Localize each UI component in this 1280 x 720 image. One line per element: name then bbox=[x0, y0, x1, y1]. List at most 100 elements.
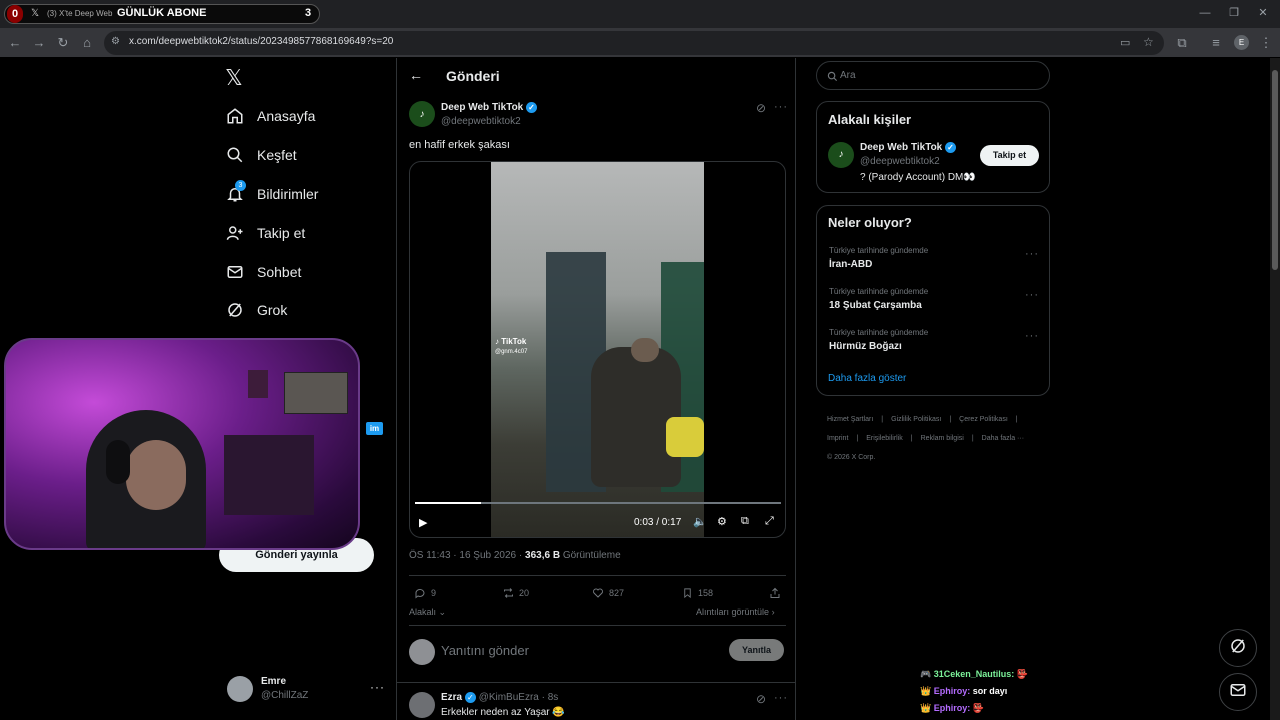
user-avatar[interactable] bbox=[227, 676, 253, 702]
footer-link[interactable]: Hizmet Şartları bbox=[827, 416, 873, 423]
overlay-count-right: 3 bbox=[305, 7, 312, 19]
reply-input[interactable]: Yanıtını gönder bbox=[441, 643, 529, 658]
share-action[interactable] bbox=[768, 586, 786, 600]
bookmark-action[interactable]: 158 bbox=[680, 586, 713, 600]
trend-title: Hürmüz Boğazı bbox=[829, 341, 902, 352]
settings-icon[interactable]: ⚙ bbox=[717, 515, 727, 528]
play-icon[interactable]: ▶ bbox=[419, 516, 427, 529]
reply-author-avatar[interactable] bbox=[409, 692, 435, 718]
nav-item-notifications[interactable]: 3 Bildirimler bbox=[226, 177, 318, 211]
volume-icon[interactable]: 🔈 bbox=[693, 515, 707, 528]
grok-icon bbox=[226, 301, 244, 319]
reply-author-name[interactable]: Ezra bbox=[441, 692, 462, 703]
stream-overlay-banner: 0 𝕏 (3) X'te Deep Web GÜNLÜK ABONE 3 bbox=[4, 4, 320, 24]
messages-float-button[interactable] bbox=[1219, 673, 1257, 711]
person-bio: ? (Parody Account) DM👀 bbox=[860, 172, 976, 183]
like-action[interactable]: 827 bbox=[591, 586, 624, 600]
person-name-text: Deep Web TikTok bbox=[860, 142, 943, 154]
view-quotes-link[interactable]: Alıntıları görüntüle › bbox=[696, 607, 775, 617]
repost-action[interactable]: 20 bbox=[501, 586, 529, 600]
page-scrollbar[interactable] bbox=[1270, 58, 1280, 720]
reply-more-icon[interactable]: ··· bbox=[774, 692, 788, 704]
back-arrow-icon[interactable]: ← bbox=[409, 67, 423, 83]
repost-icon bbox=[501, 586, 515, 600]
quotes-label: Alıntıları görüntüle bbox=[696, 607, 770, 617]
video-player[interactable]: ♪ TikTok @gnm.4c07 ▶ 0:03 / 0:17 🔈 ⚙ ⧉ ⤢ bbox=[409, 161, 786, 538]
footer-link[interactable]: Çerez Politikası bbox=[959, 416, 1008, 423]
tiktok-icon: ♪ bbox=[495, 337, 499, 346]
verified-icon: ✓ bbox=[526, 102, 538, 113]
footer-link[interactable]: Daha fazla ··· bbox=[982, 435, 1024, 442]
verified-icon: ✓ bbox=[464, 692, 476, 703]
url-text[interactable]: x.com/deepwebtiktok2/status/202349857786… bbox=[129, 36, 393, 47]
follow-button[interactable]: Takip et bbox=[980, 145, 1039, 166]
person-avatar[interactable]: ♪ bbox=[828, 142, 854, 168]
footer-link[interactable]: Erişilebilirlik bbox=[866, 435, 903, 442]
crown-icon: 👑 bbox=[920, 686, 932, 696]
trend-item[interactable]: Türkiye tarihinde gündemde İran-ABD ··· bbox=[817, 244, 1049, 278]
person-name[interactable]: Deep Web TikTok ✓ bbox=[860, 142, 957, 154]
tab-title[interactable]: (3) X'te Deep Web bbox=[47, 9, 117, 18]
forward-icon[interactable]: → bbox=[31, 35, 47, 51]
nav-label: Anasayfa bbox=[257, 108, 316, 124]
chat-user: Ephiroy: bbox=[933, 703, 971, 713]
site-info-icon[interactable]: ⚙ bbox=[111, 36, 120, 47]
trend-more-icon[interactable]: ··· bbox=[1025, 248, 1039, 260]
trend-title: İran-ABD bbox=[829, 259, 873, 270]
grok-explain-icon[interactable]: ⊘ bbox=[756, 692, 766, 706]
nav-item-grok[interactable]: Grok bbox=[226, 293, 287, 327]
author-name[interactable]: Deep Web TikTok ✓ bbox=[441, 102, 538, 113]
nav-item-explore[interactable]: Keşfet bbox=[226, 138, 297, 172]
x-logo-icon[interactable]: 𝕏 bbox=[225, 65, 243, 91]
address-bar[interactable]: ⚙ x.com/deepwebtiktok2/status/2023498577… bbox=[104, 31, 1164, 55]
nav-item-chat[interactable]: Sohbet bbox=[226, 255, 301, 289]
bookmark-icon bbox=[680, 586, 694, 600]
grok-icon bbox=[1229, 637, 1247, 660]
account-menu-icon[interactable]: ··· bbox=[370, 680, 385, 694]
search-input[interactable]: Ara bbox=[840, 70, 856, 81]
grok-explain-icon[interactable]: ⊘ bbox=[756, 101, 766, 115]
trend-more-icon[interactable]: ··· bbox=[1025, 289, 1039, 301]
menu-icon[interactable]: ⋮ bbox=[1258, 35, 1274, 51]
headphones bbox=[106, 440, 130, 484]
home-browser-icon[interactable]: ⌂ bbox=[79, 35, 95, 51]
nav-item-follow[interactable]: Takip et bbox=[226, 216, 305, 250]
minimize-icon[interactable]: — bbox=[1198, 6, 1212, 20]
back-icon[interactable]: ← bbox=[7, 35, 23, 51]
close-window-icon[interactable]: ✕ bbox=[1256, 6, 1270, 20]
reload-icon[interactable]: ↻ bbox=[55, 35, 71, 51]
cast-icon[interactable]: ▭ bbox=[1120, 36, 1130, 49]
footer-separator: | bbox=[949, 416, 952, 423]
footer-separator: | bbox=[856, 435, 859, 442]
post-more-icon[interactable]: ··· bbox=[774, 101, 788, 113]
media-icon[interactable]: ≡ bbox=[1208, 35, 1224, 51]
footer-link[interactable]: Gizlilik Politikası bbox=[891, 416, 941, 423]
trend-item[interactable]: Türkiye tarihinde gündemde 18 Şubat Çarş… bbox=[817, 285, 1049, 319]
relevant-dropdown[interactable]: Alakalı ⌄ bbox=[409, 607, 446, 618]
trends-title: Neler oluyor? bbox=[828, 215, 912, 230]
show-more-link[interactable]: Daha fazla göster bbox=[828, 373, 906, 384]
reply-action[interactable]: 9 bbox=[413, 586, 436, 600]
search-box[interactable]: Ara bbox=[816, 61, 1050, 90]
pip-icon[interactable]: ⧉ bbox=[741, 515, 749, 528]
footer-link[interactable]: Reklam bilgisi bbox=[921, 435, 964, 442]
trend-more-icon[interactable]: ··· bbox=[1025, 330, 1039, 342]
divider bbox=[409, 625, 786, 626]
restore-icon[interactable]: ❐ bbox=[1227, 6, 1241, 20]
fullscreen-icon[interactable]: ⤢ bbox=[765, 515, 774, 528]
trend-item[interactable]: Türkiye tarihinde gündemde Hürmüz Boğazı… bbox=[817, 326, 1049, 360]
footer-link[interactable]: Imprint bbox=[827, 435, 848, 442]
bookmark-star-icon[interactable]: ☆ bbox=[1143, 35, 1154, 49]
profile-avatar[interactable]: E bbox=[1234, 35, 1249, 50]
nav-label: Keşfet bbox=[257, 147, 297, 163]
author-avatar[interactable]: ♪ bbox=[409, 101, 435, 127]
scrollbar-thumb[interactable] bbox=[1272, 70, 1278, 270]
nav-item-home[interactable]: Anasayfa bbox=[226, 99, 315, 133]
video-progress-track[interactable] bbox=[415, 502, 781, 504]
chat-user: Ephiroy: bbox=[933, 686, 971, 696]
nav-label: Bildirimler bbox=[257, 186, 319, 202]
extensions-icon[interactable]: ⧉ bbox=[1174, 35, 1190, 51]
grok-float-button[interactable] bbox=[1219, 629, 1257, 667]
reply-button[interactable]: Yanıtla bbox=[729, 639, 784, 661]
crown-icon: 👑 bbox=[920, 703, 932, 713]
